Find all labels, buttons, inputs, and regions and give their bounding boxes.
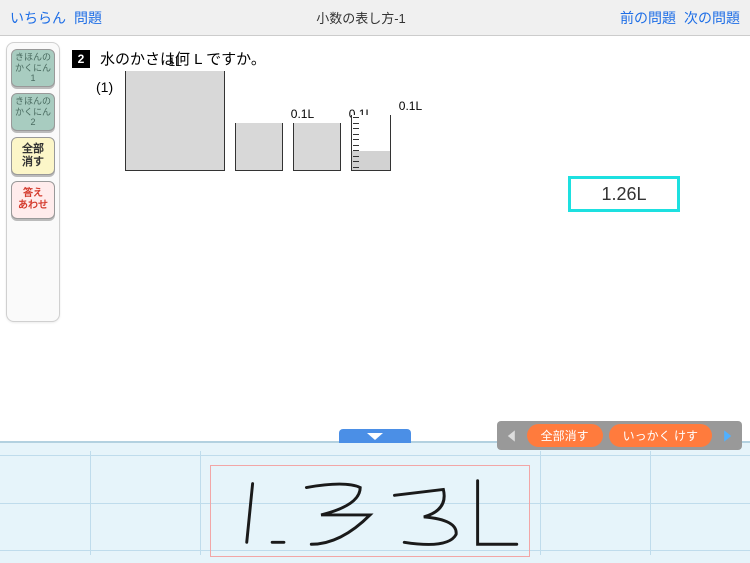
- answer-input-box[interactable]: 1.26L: [568, 176, 680, 212]
- next-question-link[interactable]: 次の問題: [684, 8, 740, 28]
- handwriting-toolbar: 全部消す いっかく けす: [497, 421, 742, 450]
- problem-link[interactable]: 問題: [74, 8, 102, 28]
- basic-check-1-button[interactable]: きほんの かくにん1: [11, 49, 55, 87]
- writing-grid[interactable]: [0, 451, 750, 555]
- list-link[interactable]: いちらん: [10, 8, 66, 28]
- arrow-right-icon[interactable]: [718, 427, 736, 445]
- arrow-left-icon[interactable]: [503, 427, 521, 445]
- basic-check-2-button[interactable]: きほんの かくにん2: [11, 93, 55, 131]
- container-beaker: 0.1L: [351, 115, 391, 171]
- question-number: 2: [72, 50, 90, 68]
- container-1L: 1L: [125, 71, 225, 171]
- subquestion-number: (1): [96, 79, 113, 95]
- side-toolbar: きほんの かくにん1 きほんの かくにん2 全部 消す 答え あわせ: [6, 42, 60, 322]
- problem-area: 2 水のかさは何 L ですか。 (1) 1L 0.1L 0.1L: [72, 36, 750, 171]
- panel-collapse-handle[interactable]: [339, 429, 411, 443]
- clear-all-button[interactable]: 全部 消す: [11, 137, 55, 175]
- content-area: きほんの かくにん1 きほんの かくにん2 全部 消す 答え あわせ 2 水のか…: [0, 36, 750, 441]
- container-0.1L-b: 0.1L: [293, 123, 341, 171]
- page-title: 小数の表し方-1: [102, 8, 620, 27]
- handwritten-strokes: [211, 466, 529, 556]
- erase-one-stroke-button[interactable]: いっかく けす: [609, 424, 712, 447]
- clear-all-strokes-button[interactable]: 全部消す: [527, 424, 603, 447]
- label-1L: 1L: [168, 55, 181, 69]
- prev-question-link[interactable]: 前の問題: [620, 8, 676, 28]
- label-0.1L-beaker: 0.1L: [399, 99, 422, 113]
- question-text: 水のかさは何 L ですか。: [100, 48, 266, 69]
- check-answer-button[interactable]: 答え あわせ: [11, 181, 55, 219]
- answer-value: 1.26L: [601, 184, 646, 205]
- container-0.1L-a: 0.1L: [235, 123, 283, 171]
- label-0.1L: 0.1L: [291, 107, 314, 121]
- handwriting-input-box[interactable]: [210, 465, 530, 557]
- top-nav-bar: いちらん 問題 小数の表し方-1 前の問題 次の問題: [0, 0, 750, 36]
- handwriting-panel: 全部消す いっかく けす: [0, 441, 750, 563]
- water-containers-diagram: 1L 0.1L 0.1L: [125, 71, 391, 171]
